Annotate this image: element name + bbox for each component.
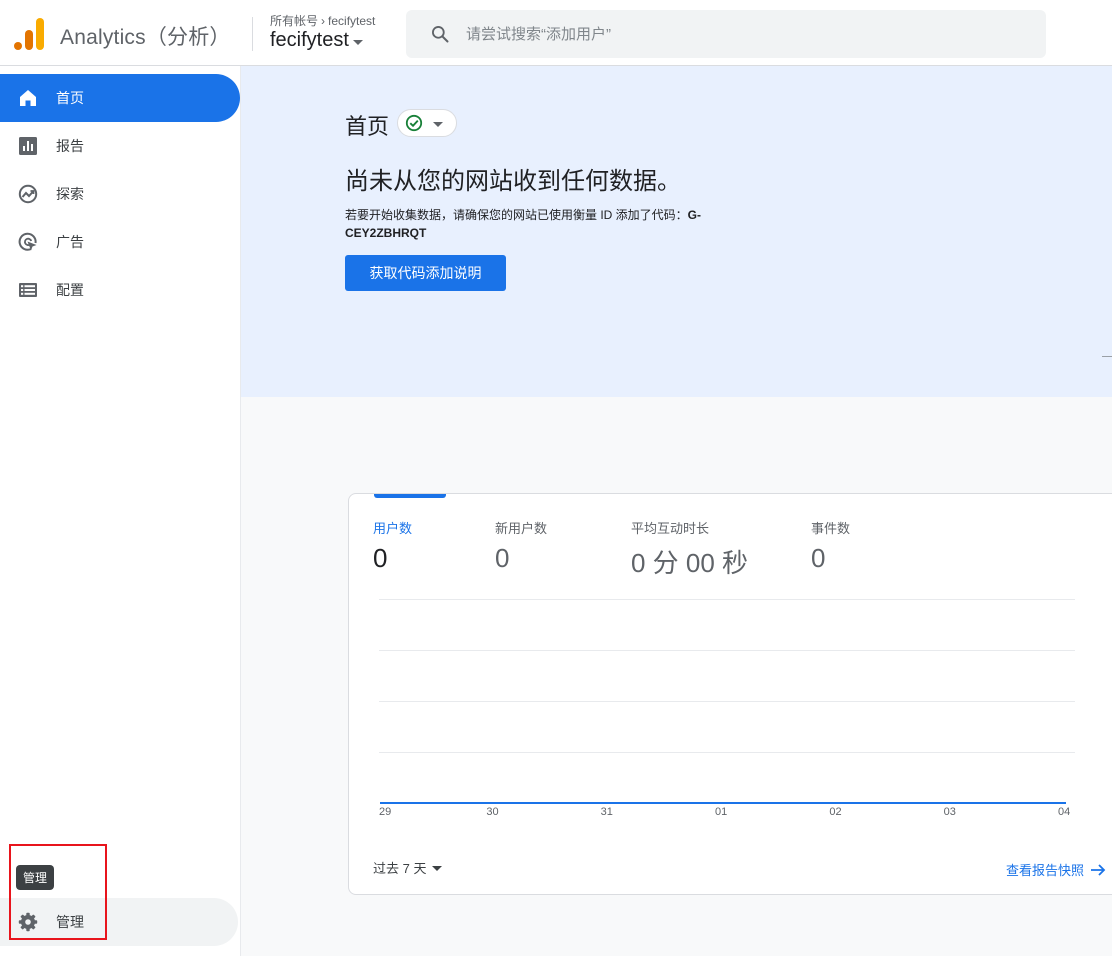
search-input[interactable] [466,25,1026,43]
ads-icon [18,232,37,251]
divider [252,17,253,51]
x-tick-label: 02 [829,806,841,818]
property-selector[interactable]: fecifytest [270,29,363,52]
page-title: 首页 [345,114,390,139]
chevron-right-icon: › [321,13,326,28]
x-tick-label: 29 [379,806,391,818]
metric-tab-events[interactable]: 事件数 0 [811,518,850,574]
top-bar: Analytics（分析） 所有帐号 › fecifytest fecifyte… [0,0,1112,66]
main-content: 首页 尚未从您的网站收到任何数据。 若要开始收集数据，请确保您的网站已使用衡量 … [241,66,1112,956]
app-title: Analytics（分析） [60,26,231,49]
metric-label: 用户数 [373,521,413,536]
breadcrumb-all-accounts[interactable]: 所有帐号 [270,12,318,29]
hero-heading: 尚未从您的网站收到任何数据。 [345,168,681,195]
metric-label: 平均互动时长 [631,521,710,536]
sidebar-item-configure[interactable]: 配置 [0,266,240,314]
metric-tab-users[interactable]: 用户数 0 [373,518,412,574]
metric-tab-engagement-time[interactable]: 平均互动时长 0 分 00 秒 [631,518,748,580]
metric-value: 0 分 00 秒 [631,548,749,578]
x-tick-label: 01 [715,806,727,818]
home-icon [20,90,36,106]
arrow-right-icon [1091,863,1106,876]
sidebar-item-explore[interactable]: 探索 [0,170,240,218]
metric-label: 事件数 [811,521,851,536]
view-report-snapshot-link[interactable]: 查看报告快照 [1006,860,1106,879]
hero-banner: 首页 尚未从您的网站收到任何数据。 若要开始收集数据，请确保您的网站已使用衡量 … [241,66,1112,397]
metric-value: 0 [811,543,826,573]
property-name: fecifytest [270,29,349,51]
caret-down-icon [352,39,363,45]
caret-down-icon [433,121,443,127]
divider [1102,356,1112,357]
hero-description-text: 若要开始收集数据，请确保您的网站已使用衡量 ID 添加了代码： [345,208,688,222]
breadcrumb[interactable]: 所有帐号 › fecifytest [270,12,375,29]
metric-value: 0 [495,543,510,573]
x-tick-label: 31 [601,806,613,818]
date-range-label: 过去 7 天 [373,861,427,876]
sidebar-item-label: 报告 [56,138,84,154]
status-chip[interactable] [397,109,457,137]
overview-card: 用户数 0 新用户数 0 平均互动时长 0 分 00 秒 事件数 0 2910月… [348,493,1112,895]
admin-tooltip: 管理 [16,865,55,890]
hero-description: 若要开始收集数据，请确保您的网站已使用衡量 ID 添加了代码：G-CEY2ZBH… [345,206,745,242]
tab-indicator [374,494,446,498]
search-icon [432,26,449,43]
sidebar-item-label: 首页 [56,90,84,106]
analytics-logo-icon[interactable] [14,18,44,50]
users-line-chart: 2910月30310111月020304 [379,599,1075,818]
explore-icon [18,184,38,204]
sidebar-item-label: 探索 [56,186,84,202]
metric-label: 新用户数 [495,521,548,536]
view-report-snapshot-label: 查看报告快照 [1006,863,1085,878]
sidebar-item-label: 管理 [56,914,84,930]
sidebar-item-label: 配置 [56,282,84,298]
gear-icon [18,912,38,932]
bar-chart-icon [19,137,37,155]
sidebar-item-home[interactable]: 首页 [0,74,240,122]
check-circle-icon [405,114,423,132]
x-tick-label: 04 [1058,806,1070,818]
list-icon [19,283,37,297]
metric-tab-new-users[interactable]: 新用户数 0 [495,518,547,574]
sidebar-item-label: 广告 [56,234,84,250]
date-range-selector[interactable]: 过去 7 天 [373,858,443,877]
get-code-instructions-button[interactable]: 获取代码添加说明 [345,255,506,291]
metric-value: 0 [373,543,388,573]
search-bar[interactable] [406,10,1046,58]
sidebar-item-reports[interactable]: 报告 [0,122,240,170]
x-tick-label: 03 [944,806,956,818]
breadcrumb-account[interactable]: fecifytest [328,14,375,28]
sidebar-item-admin[interactable]: 管理 [0,898,238,946]
caret-down-icon [432,866,443,871]
sidebar-item-ads[interactable]: 广告 [0,218,240,266]
x-tick-label: 30 [486,806,498,818]
sidebar: 首页 报告 探索 广告 配置 管理 管理 [0,66,241,956]
